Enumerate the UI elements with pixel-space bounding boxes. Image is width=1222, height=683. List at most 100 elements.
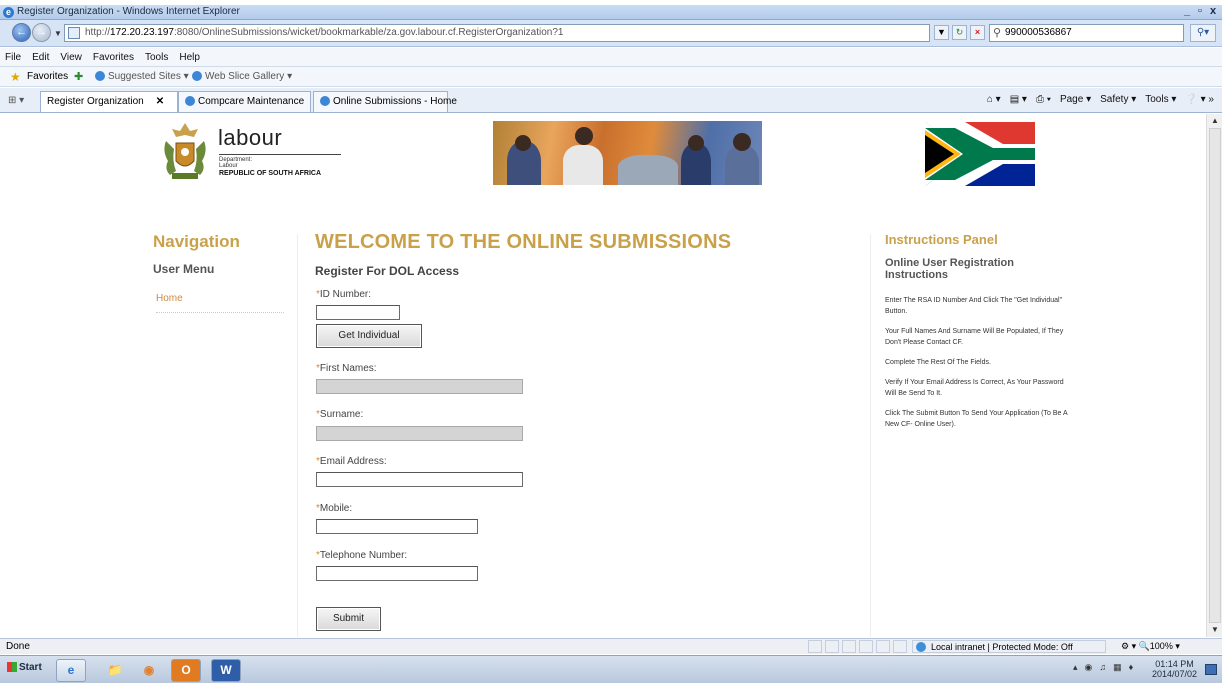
command-bar: ⌂ ▾ ▤ ▾ ⎙ ▾ Page ▾ Safety ▾ Tools ▾ ❔ ▾ …	[987, 94, 1214, 105]
suggested-sites-link[interactable]: Suggested Sites ▾	[95, 71, 189, 82]
instructions-panel: Instructions Panel Online User Registrat…	[885, 232, 1070, 430]
mobile-label: *Mobile:	[316, 503, 353, 514]
scroll-down-icon[interactable]: ▼	[1207, 623, 1222, 637]
search-value: 990000536867	[1005, 27, 1072, 38]
telephone-number-input[interactable]	[316, 566, 478, 581]
tray-expand-icon[interactable]: ▴	[1073, 662, 1078, 673]
column-divider	[870, 234, 871, 637]
media-player-taskbar-icon[interactable]: ◉	[134, 659, 164, 682]
show-desktop-button[interactable]	[1205, 664, 1217, 675]
outlook-taskbar-icon[interactable]: O	[171, 659, 201, 682]
taskbar-clock[interactable]: 01:14 PM 2014/07/02	[1152, 659, 1197, 679]
first-names-input[interactable]	[316, 379, 523, 394]
folder-taskbar-icon[interactable]: 📁	[100, 659, 130, 682]
feeds-icon[interactable]: ▤ ▾	[1010, 94, 1027, 105]
menu-favorites[interactable]: Favorites	[93, 52, 134, 63]
search-icon[interactable]: ⚲▾	[1190, 24, 1216, 42]
url-text: http://172.20.23.197:8080/OnlineSubmissi…	[85, 27, 564, 38]
form-heading: Register For DOL Access	[315, 264, 460, 278]
tools-menu[interactable]: Tools ▾	[1145, 94, 1176, 105]
word-taskbar-icon[interactable]: W	[211, 659, 241, 682]
network-icon[interactable]: ◉	[1085, 662, 1093, 673]
email-address-label: *Email Address:	[316, 456, 387, 467]
refresh-icon[interactable]: ↻	[952, 25, 967, 40]
status-pane	[808, 640, 822, 653]
surname-input[interactable]	[316, 426, 523, 441]
zoom-level[interactable]: ⚙ ▾ 🔍100% ▾	[1121, 640, 1180, 653]
tab-register-organization[interactable]: Register Organization ✕	[40, 91, 178, 112]
submit-button[interactable]: Submit	[316, 607, 381, 631]
add-favorite-icon[interactable]: ✚	[74, 70, 83, 83]
instruction-step: Verify If Your Email Address Is Correct,…	[885, 379, 1064, 397]
address-dropdown-icon[interactable]: ▼	[934, 25, 949, 40]
search-input[interactable]: ⚲ 990000536867	[989, 24, 1184, 42]
scroll-thumb[interactable]	[1209, 128, 1221, 623]
safety-menu[interactable]: Safety ▾	[1100, 94, 1136, 105]
navigation-panel: Navigation User Menu Home	[153, 232, 303, 313]
menu-tools[interactable]: Tools	[145, 52, 168, 63]
status-panes	[808, 640, 907, 653]
scroll-up-icon[interactable]: ▲	[1207, 114, 1222, 128]
page-viewport: labour Department: Labour REPUBLIC OF SOU…	[8, 114, 1206, 637]
status-pane	[893, 640, 907, 653]
stop-icon[interactable]: ×	[970, 25, 985, 40]
help-icon[interactable]: ❔ ▾ »	[1185, 94, 1214, 105]
windows-taskbar: Start e 📁 ◉ O W ▴ ◉ ♫ ▦ ♦ 01:14 PM 2014/…	[0, 655, 1222, 683]
ie-page-icon	[185, 96, 195, 107]
close-tab-icon[interactable]: ✕	[156, 96, 164, 107]
status-pane	[842, 640, 856, 653]
print-icon[interactable]: ⎙ ▾	[1036, 94, 1051, 105]
start-button[interactable]: Start	[7, 662, 42, 673]
window-titlebar: e Register Organization - Windows Intern…	[0, 5, 1222, 20]
user-menu-heading: User Menu	[153, 262, 215, 276]
back-button[interactable]: ←	[12, 23, 31, 42]
page-menu[interactable]: Page ▾	[1060, 94, 1091, 105]
banner-figure	[515, 135, 531, 151]
tab-online-submissions-home[interactable]: Online Submissions - Home	[313, 91, 457, 112]
close-window-button[interactable]: x	[1207, 5, 1219, 18]
recent-pages-dropdown-icon[interactable]: ▼	[54, 29, 62, 38]
home-icon[interactable]: ⌂ ▾	[987, 94, 1001, 105]
internet-explorer-taskbar-icon[interactable]: e	[56, 659, 86, 682]
mobile-input[interactable]	[316, 519, 478, 534]
header-banner-image	[493, 121, 762, 185]
status-text: Done	[6, 641, 30, 652]
home-link[interactable]: Home	[156, 293, 284, 313]
coat-of-arms-icon	[164, 123, 206, 179]
menu-help[interactable]: Help	[179, 52, 200, 63]
tray-app-icon[interactable]: ▦	[1113, 662, 1122, 673]
window-controls: _ ▫ x	[1181, 5, 1219, 18]
quick-tabs-icon[interactable]: ⊞ ▾	[8, 95, 24, 106]
menu-bar: File Edit View Favorites Tools Help	[0, 48, 1222, 67]
banner-figure	[563, 145, 603, 185]
menu-edit[interactable]: Edit	[32, 52, 49, 63]
tab-bar: ⊞ ▾ Register Organization ✕ Compcare Main…	[0, 88, 1222, 113]
search-provider-icon: ⚲	[993, 27, 1002, 39]
get-individual-button[interactable]: Get Individual	[316, 324, 422, 348]
window-title: Register Organization - Windows Internet…	[17, 6, 240, 17]
windows-logo-icon	[7, 662, 17, 673]
instruction-step: Complete The Rest Of The Fields.	[885, 359, 991, 366]
menu-view[interactable]: View	[60, 52, 82, 63]
menu-file[interactable]: File	[5, 52, 21, 63]
url-input[interactable]: http://172.20.23.197:8080/OnlineSubmissi…	[64, 24, 930, 42]
tab-compcare-maintenance[interactable]: Compcare Maintenance	[178, 91, 311, 112]
restore-button[interactable]: ▫	[1194, 5, 1206, 18]
ie-page-icon	[95, 71, 105, 82]
security-zone[interactable]: Local intranet | Protected Mode: Off	[912, 640, 1106, 653]
vertical-scrollbar[interactable]: ▲ ▼	[1206, 114, 1222, 637]
email-address-input[interactable]	[316, 472, 523, 487]
internet-explorer-icon: e	[3, 7, 14, 18]
web-slice-gallery-link[interactable]: Web Slice Gallery ▾	[192, 71, 292, 82]
pdf-tray-icon[interactable]: ♦	[1129, 662, 1134, 673]
forward-button[interactable]: →	[32, 23, 51, 42]
minimize-button[interactable]: _	[1181, 5, 1193, 18]
favorites-button[interactable]: Favorites	[27, 71, 68, 82]
banner-figure	[733, 133, 751, 151]
favorites-bar: ★ Favorites ✚ Suggested Sites ▾ Web Slic…	[0, 67, 1222, 87]
id-number-input[interactable]	[316, 305, 400, 320]
clock-time: 01:14 PM	[1155, 659, 1194, 669]
volume-icon[interactable]: ♫	[1099, 662, 1106, 673]
favorites-star-icon[interactable]: ★	[10, 70, 21, 84]
column-divider	[297, 234, 298, 637]
